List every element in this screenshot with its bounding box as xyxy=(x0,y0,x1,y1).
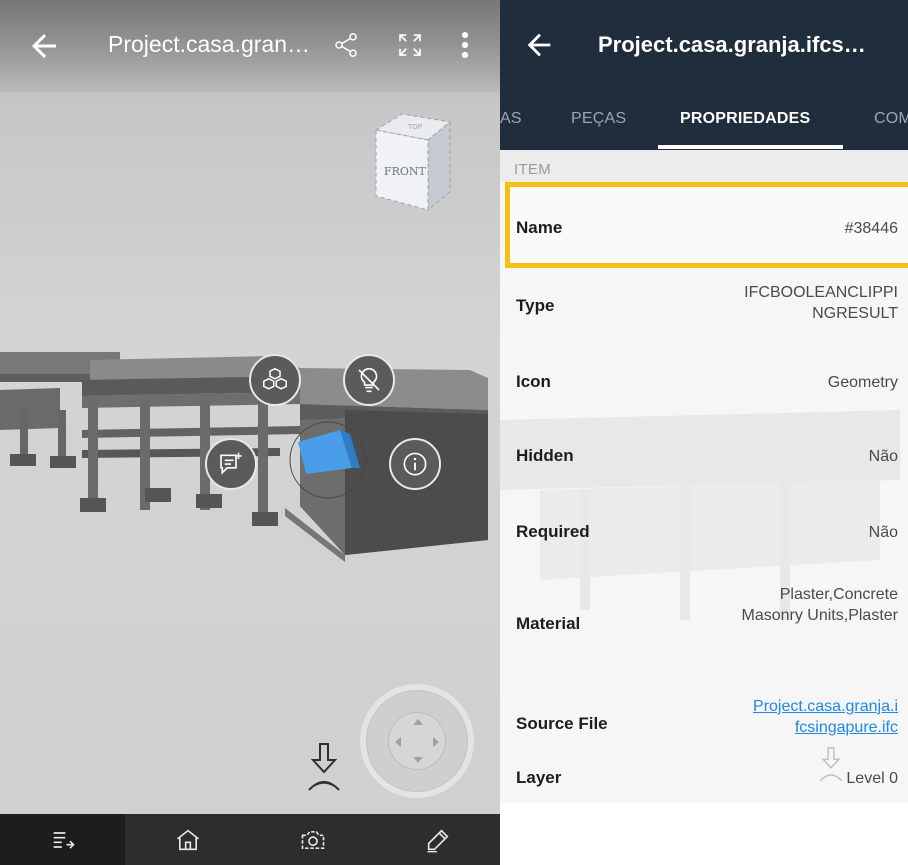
info-icon xyxy=(403,452,427,476)
properties-panel: Project.casa.granja.ifcs… AS PEÇAS PROPR… xyxy=(500,0,908,865)
property-row-type[interactable]: Type IFCBOOLEANCLIPPI NGRESULT xyxy=(500,268,908,346)
arrow-left-icon[interactable] xyxy=(522,28,556,62)
property-row-material[interactable]: Material Plaster,Concrete Masonry Units,… xyxy=(500,570,908,670)
property-row-source-file[interactable]: Source File Project.casa.granja.i fcsing… xyxy=(500,670,908,750)
tab-camadas[interactable]: AS xyxy=(500,110,522,128)
arrow-down-icon xyxy=(413,757,423,763)
more-vertical-icon[interactable] xyxy=(458,28,472,62)
hide-element-button[interactable] xyxy=(343,354,395,406)
property-label: Icon xyxy=(516,372,551,391)
toolbar-camera-button[interactable] xyxy=(250,814,375,865)
camera-icon xyxy=(301,830,324,849)
viewer-header: Project.casa.gran… xyxy=(0,0,500,92)
screen: Project.casa.gran… TOP FRONT Project.cas… xyxy=(0,0,908,865)
property-label: Source File xyxy=(516,714,608,733)
properties-title: Project.casa.granja.ifcs… xyxy=(598,32,866,57)
section-header xyxy=(500,150,908,182)
tab-pecas[interactable]: PEÇAS xyxy=(571,110,626,128)
properties-list[interactable]: ITEM Name #38446 Type IFCBOOLEANCLIPPI N… xyxy=(500,150,908,803)
property-value: #38446 xyxy=(844,220,898,237)
property-value: Geometry xyxy=(827,374,898,391)
property-label: Layer xyxy=(516,768,562,787)
property-label: Material xyxy=(516,614,581,633)
pencil-icon xyxy=(427,829,448,852)
property-row-icon[interactable]: Icon Geometry xyxy=(500,346,908,418)
bottom-toolbar xyxy=(0,814,500,865)
arrow-left-small-icon xyxy=(395,737,401,747)
property-value: Não xyxy=(868,448,898,465)
info-button[interactable] xyxy=(389,438,441,490)
property-label: Type xyxy=(516,296,555,315)
toolbar-list-button[interactable] xyxy=(0,814,125,865)
cube-front-label: FRONT xyxy=(384,165,427,178)
property-row-hidden[interactable]: Hidden Não xyxy=(500,418,908,490)
source-file-link[interactable]: Project.casa.granja.i fcsingapure.ifc xyxy=(708,696,898,738)
tab-comentarios[interactable]: COM xyxy=(874,110,908,128)
toolbar-markup-button[interactable] xyxy=(375,814,500,865)
property-row-layer[interactable]: Layer Level 0 xyxy=(500,750,908,803)
walk-icon[interactable] xyxy=(303,740,345,796)
share-icon[interactable] xyxy=(332,30,360,60)
cube-top-label: TOP xyxy=(407,123,422,131)
joystick-knob[interactable] xyxy=(388,712,446,770)
viewer-title: Project.casa.gran… xyxy=(108,31,310,57)
property-value: Level 0 xyxy=(846,770,898,787)
view-cube[interactable]: TOP FRONT xyxy=(362,112,454,212)
home-icon xyxy=(176,829,199,850)
add-comment-button[interactable] xyxy=(205,438,257,490)
arrow-left-icon[interactable] xyxy=(26,28,62,64)
properties-header: Project.casa.granja.ifcs… AS PEÇAS PROPR… xyxy=(500,0,908,150)
parts-button[interactable] xyxy=(249,354,301,406)
property-row-required[interactable]: Required Não xyxy=(500,490,908,570)
walk-icon-faded xyxy=(819,747,843,782)
tab-propriedades[interactable]: PROPRIEDADES xyxy=(680,110,810,128)
fullscreen-icon[interactable] xyxy=(395,30,425,60)
property-value: IFCBOOLEANCLIPPI NGRESULT xyxy=(744,284,898,322)
property-value: Plaster,Concrete Masonry Units,Plaster xyxy=(741,586,899,624)
cubes-icon xyxy=(263,367,287,390)
comment-add-icon xyxy=(220,452,242,475)
arrow-up-icon xyxy=(413,719,423,725)
property-value: Não xyxy=(868,524,898,541)
property-row-name[interactable]: Name #38446 xyxy=(500,182,908,268)
lightbulb-off-icon xyxy=(358,367,380,393)
navigation-joystick[interactable] xyxy=(360,684,474,798)
model-viewer[interactable]: Project.casa.gran… TOP FRONT xyxy=(0,0,500,865)
active-tab-indicator xyxy=(658,145,843,149)
tab-bar: AS PEÇAS PROPRIEDADES COM xyxy=(500,98,908,150)
arrow-right-small-icon xyxy=(433,737,439,747)
section-label: ITEM xyxy=(514,161,552,178)
property-label: Required xyxy=(516,522,590,541)
toolbar-home-button[interactable] xyxy=(125,814,250,865)
property-label: Name xyxy=(516,218,563,237)
property-label: Hidden xyxy=(516,446,574,465)
list-icon xyxy=(53,831,75,849)
